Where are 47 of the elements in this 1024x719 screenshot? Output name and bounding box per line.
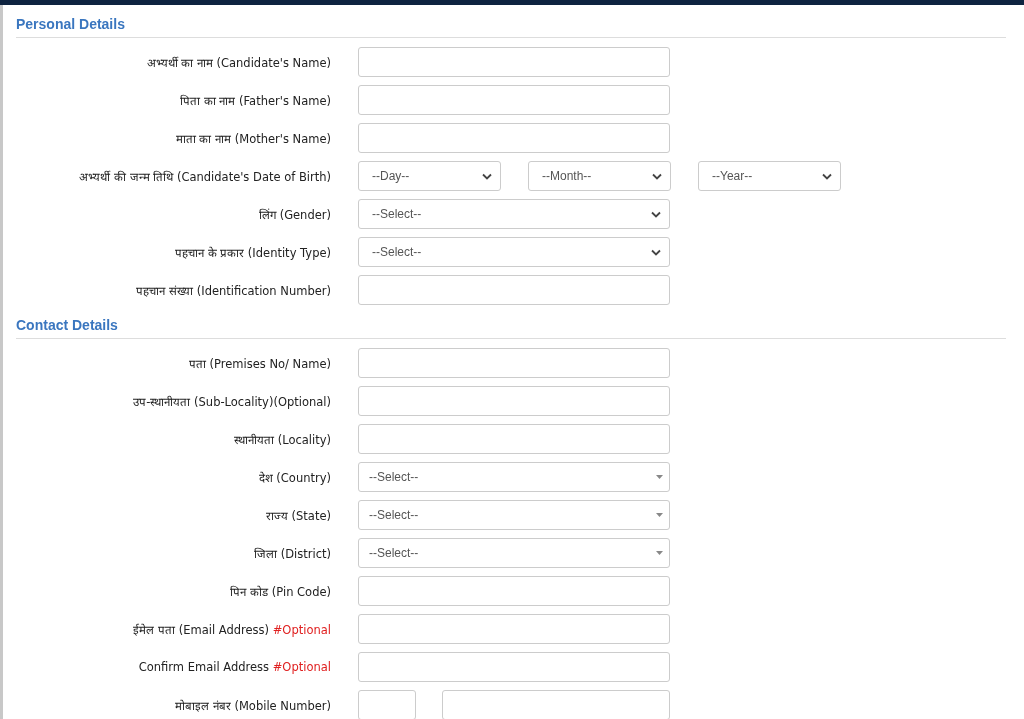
field-label: माता का नाम (Mother's Name)	[174, 130, 331, 146]
field-label: स्थानीयता (Locality)	[233, 431, 331, 447]
chevron-down-icon	[652, 172, 662, 180]
text-input-field[interactable]	[358, 614, 670, 644]
date-dropdown[interactable]: --Day--	[358, 161, 501, 191]
field-label: अभ्यर्थी की जन्म तिथि (Candidate's Date of Birth)	[78, 168, 331, 184]
text-input-field[interactable]	[358, 652, 670, 682]
section-title: Contact Details	[16, 317, 118, 333]
chevron-down-icon	[482, 172, 492, 180]
field-label: Confirm Email Address #Optional	[137, 660, 331, 674]
country-code-field[interactable]	[358, 690, 416, 719]
field-label: पहचान के प्रकार (Identity Type)	[173, 244, 331, 260]
text-input-field[interactable]	[358, 85, 670, 115]
dropdown-triangle-icon	[656, 475, 663, 479]
mobile-number-field[interactable]	[442, 690, 670, 719]
chevron-down-icon	[651, 248, 661, 256]
date-dropdown[interactable]: --Month--	[528, 161, 671, 191]
select-dropdown[interactable]: --Select--	[358, 500, 670, 530]
field-label: उप-स्थानीयता (Sub-Locality)(Optional)	[132, 393, 331, 409]
select-dropdown[interactable]: --Select--	[358, 199, 670, 229]
text-input-field[interactable]	[358, 386, 670, 416]
field-label: जिला (District)	[253, 545, 331, 561]
chevron-down-icon	[651, 210, 661, 218]
field-label: पता (Premises No/ Name)	[187, 355, 331, 371]
field-label: पिता का नाम (Father's Name)	[179, 92, 331, 108]
select-dropdown[interactable]: --Select--	[358, 538, 670, 568]
text-input-field[interactable]	[358, 576, 670, 606]
dropdown-triangle-icon	[656, 551, 663, 555]
text-input-field[interactable]	[358, 123, 670, 153]
dropdown-triangle-icon	[656, 513, 663, 517]
section-title: Personal Details	[16, 16, 125, 32]
field-label: अभ्यर्थी का नाम (Candidate's Name)	[145, 54, 331, 70]
field-label: राज्य (State)	[264, 507, 331, 523]
chevron-down-icon	[822, 172, 832, 180]
text-input-field[interactable]	[358, 275, 670, 305]
select-dropdown[interactable]: --Select--	[358, 462, 670, 492]
select-dropdown[interactable]: --Select--	[358, 237, 670, 267]
field-label: ईमेल पता (Email Address) #Optional	[132, 621, 331, 637]
field-label: लिंग (Gender)	[258, 206, 331, 222]
text-input-field[interactable]	[358, 348, 670, 378]
date-dropdown[interactable]: --Year--	[698, 161, 841, 191]
field-label: देश (Country)	[257, 469, 331, 485]
text-input-field[interactable]	[358, 424, 670, 454]
field-label: पिन कोड (Pin Code)	[229, 583, 331, 599]
field-label: पहचान संख्या (Identification Number)	[135, 282, 331, 298]
field-label: मोबाइल नंबर (Mobile Number)	[174, 697, 331, 713]
text-input-field[interactable]	[358, 47, 670, 77]
